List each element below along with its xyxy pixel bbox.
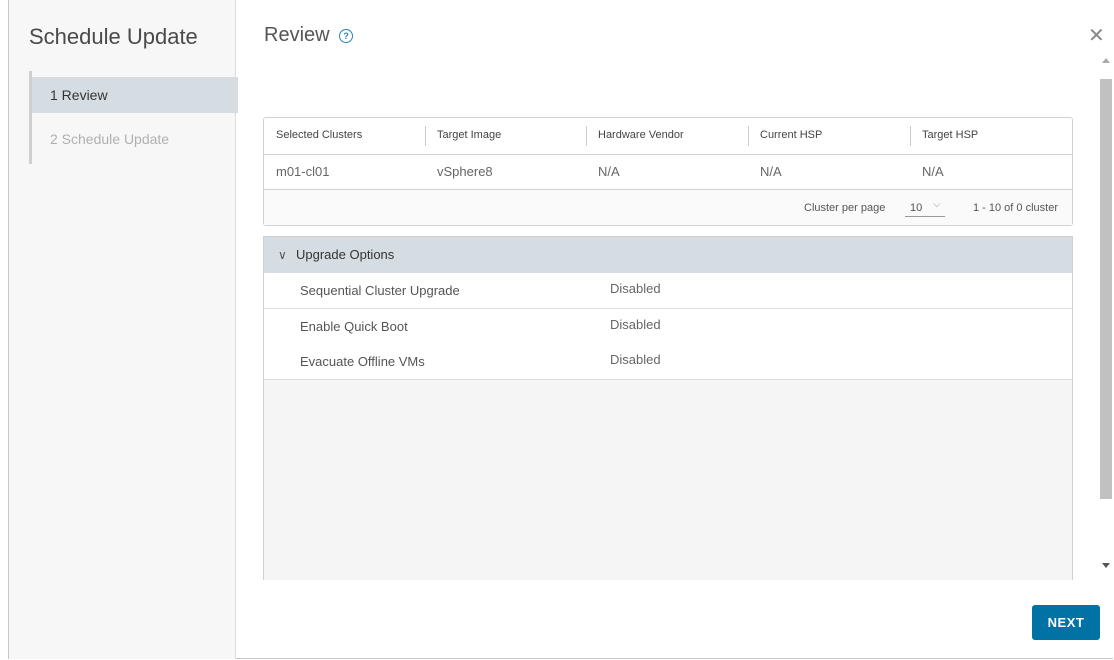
- option-value: Disabled: [610, 352, 661, 367]
- cell-current-hsp: N/A: [760, 164, 782, 179]
- upgrade-options-toggle[interactable]: ∨ Upgrade Options: [264, 237, 1072, 273]
- clusters-table: Selected Clusters Target Image Hardware …: [263, 117, 1073, 226]
- close-icon[interactable]: ✕: [1088, 26, 1105, 46]
- per-page-select[interactable]: 10 ⌵: [905, 199, 945, 217]
- help-icon[interactable]: ?: [339, 28, 354, 43]
- pagination-text: 1 - 10 of 0 cluster: [973, 202, 1058, 214]
- step-schedule-update[interactable]: 2 Schedule Update: [32, 121, 238, 157]
- scroll-thumb[interactable]: [1100, 79, 1112, 499]
- option-row-quick-boot: Enable Quick Boot Disabled: [264, 309, 1072, 345]
- option-row-sequential-upgrade: Sequential Cluster Upgrade Disabled: [264, 273, 1072, 309]
- wizard-sidebar: Schedule Update 1 Review 2 Schedule Upda…: [9, 0, 238, 659]
- wizard-steps: 1 Review 2 Schedule Update: [29, 71, 238, 164]
- chevron-down-icon: ⌵: [933, 199, 941, 210]
- column-header-target-image[interactable]: Target Image: [425, 118, 585, 154]
- per-page-label: Cluster per page: [804, 202, 886, 214]
- option-label: Evacuate Offline VMs: [300, 354, 425, 369]
- column-header-hardware-vendor[interactable]: Hardware Vendor: [586, 118, 746, 154]
- column-header-target-hsp[interactable]: Target HSP: [910, 118, 1070, 154]
- wizard-title: Schedule Update: [29, 24, 198, 49]
- table-footer: Cluster per page 10 ⌵ 1 - 10 of 0 cluste…: [264, 190, 1072, 225]
- next-button[interactable]: NEXT: [1032, 605, 1100, 640]
- option-label: Sequential Cluster Upgrade: [300, 283, 460, 298]
- scroll-down-icon[interactable]: [1102, 563, 1110, 568]
- option-row-evacuate-offline-vms: Evacuate Offline VMs Disabled: [264, 344, 1072, 380]
- table-row[interactable]: m01-cl01 vSphere8 N/A N/A N/A: [264, 154, 1072, 190]
- option-label: Enable Quick Boot: [300, 319, 408, 334]
- page-title-text: Review: [264, 24, 330, 46]
- column-header-current-hsp[interactable]: Current HSP: [748, 118, 908, 154]
- chevron-down-icon: ∨: [278, 248, 287, 262]
- upgrade-options-panel: ∨ Upgrade Options Sequential Cluster Upg…: [263, 236, 1073, 580]
- page-title: Review ?: [264, 24, 354, 47]
- step-review[interactable]: 1 Review: [32, 77, 238, 113]
- cell-target-hsp: N/A: [922, 164, 944, 179]
- upgrade-options-title: Upgrade Options: [296, 247, 395, 262]
- cell-hardware-vendor: N/A: [598, 164, 620, 179]
- cell-cluster-name: m01-cl01: [276, 164, 330, 179]
- scrollbar[interactable]: [1098, 55, 1114, 580]
- column-header-selected-clusters[interactable]: Selected Clusters: [264, 118, 424, 154]
- table-header: Selected Clusters Target Image Hardware …: [264, 118, 1072, 155]
- per-page-value: 10: [910, 202, 923, 214]
- scroll-up-icon[interactable]: [1102, 58, 1110, 63]
- option-value: Disabled: [610, 281, 661, 296]
- cell-target-image: vSphere8: [437, 164, 493, 179]
- option-value: Disabled: [610, 317, 661, 332]
